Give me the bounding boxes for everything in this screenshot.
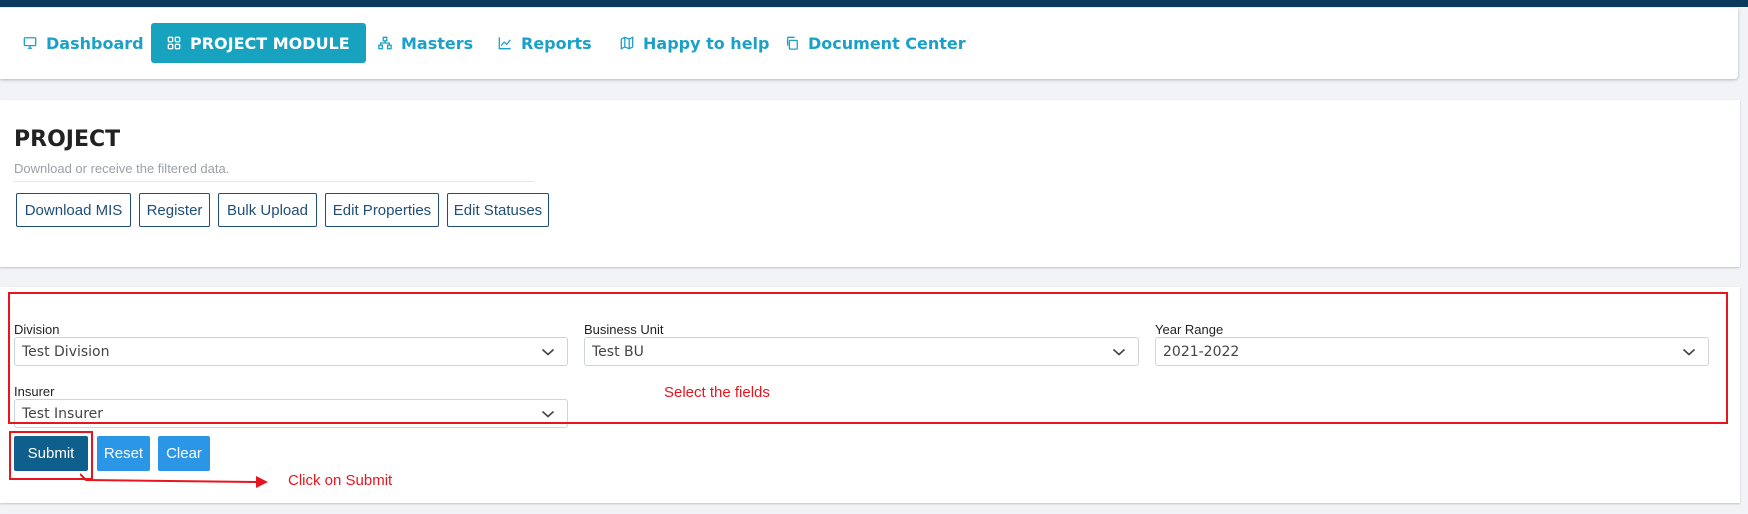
nav-masters[interactable]: Masters [378, 23, 473, 63]
hierarchy-icon [378, 36, 392, 50]
page-subtitle: Download or receive the filtered data. [14, 161, 230, 176]
nav-dashboard-label: Dashboard [46, 33, 144, 53]
main-navigation: Dashboard PROJECT MODULE Masters Reports… [0, 8, 1738, 79]
nav-happy-to-help-label: Happy to help [643, 33, 770, 53]
edit-statuses-button[interactable]: Edit Statuses [447, 193, 549, 227]
copy-icon [786, 36, 798, 50]
year-range-label: Year Range [1155, 322, 1224, 337]
division-value: Test Division [22, 343, 110, 360]
year-range-select[interactable]: 2021-2022 [1155, 337, 1709, 366]
division-select[interactable]: Test Division [14, 337, 568, 366]
submit-annotation-text: Click on Submit [288, 472, 393, 489]
nav-project-module[interactable]: PROJECT MODULE [151, 23, 366, 63]
nav-happy-to-help[interactable]: Happy to help [620, 23, 769, 63]
map-icon [620, 36, 634, 50]
nav-dashboard[interactable]: Dashboard [23, 23, 144, 63]
arrow-right-icon [80, 473, 268, 488]
page-title: PROJECT [14, 127, 121, 152]
project-header-card [0, 100, 1740, 267]
business-unit-select[interactable]: Test BU [584, 337, 1139, 366]
chevron-down-icon [1112, 348, 1126, 356]
chevron-down-icon [541, 410, 555, 418]
insurer-value: Test Insurer [22, 405, 104, 422]
business-unit-label: Business Unit [584, 322, 664, 337]
filter-form-card [0, 287, 1740, 503]
year-range-value: 2021-2022 [1163, 343, 1240, 360]
submit-button[interactable]: Submit [14, 436, 88, 471]
nav-reports-label: Reports [521, 33, 592, 53]
clear-button[interactable]: Clear [158, 436, 210, 471]
chevron-down-icon [1682, 348, 1696, 356]
download-mis-button[interactable]: Download MIS [16, 193, 131, 227]
business-unit-value: Test BU [592, 343, 644, 360]
nav-document-center-label: Document Center [808, 33, 966, 53]
insurer-label: Insurer [14, 384, 55, 399]
nav-document-center[interactable]: Document Center [785, 23, 966, 63]
edit-properties-button[interactable]: Edit Properties [325, 193, 439, 227]
nav-reports[interactable]: Reports [498, 23, 592, 63]
reset-button[interactable]: Reset [97, 436, 150, 471]
insurer-select[interactable]: Test Insurer [14, 399, 568, 428]
register-button[interactable]: Register [139, 193, 210, 227]
grid-icon [167, 36, 181, 50]
chevron-down-icon [541, 348, 555, 356]
nav-masters-label: Masters [401, 33, 474, 53]
fields-annotation-text: Select the fields [664, 384, 770, 401]
monitor-icon [23, 37, 37, 49]
subtitle-divider [14, 181, 534, 182]
line-chart-icon [498, 37, 511, 50]
bulk-upload-button[interactable]: Bulk Upload [218, 193, 317, 227]
division-label: Division [14, 322, 60, 337]
nav-project-module-label: PROJECT MODULE [190, 33, 350, 53]
top-bar [0, 0, 1748, 7]
